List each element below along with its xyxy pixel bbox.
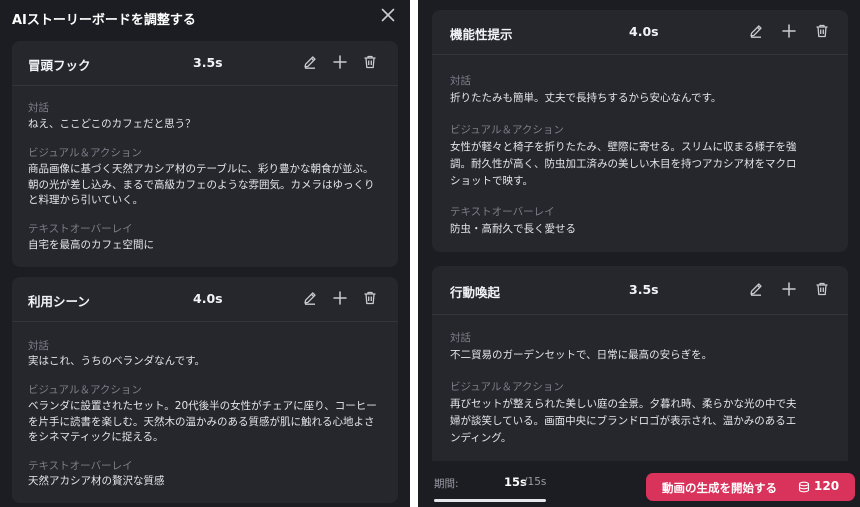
trash-icon[interactable] <box>362 54 378 70</box>
text-overlay-label: テキストオーバーレイ <box>450 206 555 218</box>
scene-header: 冒頭フック 3.5s <box>12 41 398 85</box>
visual-action-text: 再びセットが整えられた美しい庭の全景。夕暮れ時、柔らかな光の中で夫 婦が談笑して… <box>450 396 797 447</box>
dialog-header: AIストーリーボードを調整する <box>0 0 410 34</box>
visual-action-line: 商品画像に基づく天然アカシア材のテーブルに、彩り豊かな朝食が並ぶ。 <box>28 163 374 175</box>
start-generation-label: 動画の生成を開始する <box>662 481 777 495</box>
visual-action-label: ビジュアル＆アクション <box>28 147 142 159</box>
divider <box>12 85 398 86</box>
visual-action-label: ビジュアル＆アクション <box>450 124 564 136</box>
visual-action-line: ベランダに設置されたセット。20代後半の女性がチェアに座り、コーヒー <box>28 400 377 412</box>
scene-duration: 4.0s <box>193 291 223 306</box>
scene-title: 利用シーン <box>28 294 90 309</box>
period-label: 期間: <box>434 478 459 490</box>
scene-card: 利用シーン 4.0s 対話 実はこれ、うちのベランダなんです。 ビジュアル＆アク… <box>12 277 398 503</box>
start-generation-button[interactable]: 動画の生成を開始する 120 <box>646 473 855 501</box>
visual-action-line: ショットで映す。 <box>450 175 533 187</box>
visual-action-text: 女性が軽々と椅子を折りたたみ、壁際に寄せる。スリムに収まる様子を強 調。耐久性が… <box>450 139 797 190</box>
footer-bar: 期間: 15s /15s 動画の生成を開始する 120 <box>418 461 860 507</box>
text-overlay-text: 自宅を最高のカフェ空間に <box>28 239 154 251</box>
visual-action-label: ビジュアル＆アクション <box>450 381 564 393</box>
visual-action-line: 調。耐久性が高く、防虫加工済みの美しい木目を持つアカシア材をマクロ <box>450 158 797 170</box>
dialogue-text: 不二貿易のガーデンセットで、日常に最高の安らぎを。 <box>450 349 713 361</box>
visual-action-line: ンディング。 <box>450 432 512 444</box>
dialogue-label: 対話 <box>28 102 49 114</box>
scene-header: 行動喚起 3.5s <box>432 266 848 310</box>
storyboard-panel-right: 機能性提示 4.0s 対話 折りたたみも簡単。丈夫で長持ちするから安心なんです。… <box>418 0 860 507</box>
close-icon[interactable] <box>380 7 396 23</box>
credit-cost: 120 <box>814 479 840 493</box>
visual-action-line: を片手に読書を楽しむ。天然木の温かみのある質感が肌に触れる心地よさ <box>28 415 375 428</box>
visual-action-line: 朝の光が差し込み、まるで高級カフェのような雰囲気。カメラはゆっくり <box>28 178 375 191</box>
visual-action-line: 女性が軽々と椅子を折りたたみ、壁際に寄せる。スリムに収まる様子を強 <box>450 141 797 153</box>
trash-icon[interactable] <box>362 290 378 306</box>
edit-icon[interactable] <box>748 281 764 297</box>
visual-action-line: をシネマティックに捉える。 <box>28 431 164 443</box>
text-overlay-label: テキストオーバーレイ <box>28 460 133 472</box>
total-duration: /15s <box>524 476 547 488</box>
add-icon[interactable] <box>332 54 348 70</box>
dialogue-label: 対話 <box>450 332 471 344</box>
divider <box>432 54 848 55</box>
visual-action-line: 婦が談笑している。画面中央にブランドロゴが表示され、温かみのあるエ <box>450 415 797 427</box>
text-overlay-text: 防虫・高耐久で長く愛せる <box>450 223 576 235</box>
visual-action-label: ビジュアル＆アクション <box>28 384 142 396</box>
storyboard-panel-left: AIストーリーボードを調整する 冒頭フック 3.5s 対話 ねえ、ここどこのカフ… <box>0 0 410 507</box>
visual-action-text: 商品画像に基づく天然アカシア材のテーブルに、彩り豊かな朝食が並ぶ。 朝の光が差し… <box>28 162 375 209</box>
scene-duration: 3.5s <box>629 282 659 297</box>
dialogue-label: 対話 <box>450 75 471 87</box>
text-overlay-text: 天然アカシア材の贅沢な質感 <box>28 475 165 487</box>
scene-duration: 3.5s <box>193 55 223 70</box>
scene-title: 行動喚起 <box>450 285 501 300</box>
coin-stack-icon <box>798 481 810 493</box>
add-icon[interactable] <box>781 281 797 297</box>
dialog-title: AIストーリーボードを調整する <box>12 13 196 28</box>
scene-header: 機能性提示 4.0s <box>432 10 848 54</box>
dialogue-text: ねえ、ここどこのカフェだと思う？ <box>28 118 196 130</box>
trash-icon[interactable] <box>814 281 830 297</box>
edit-icon[interactable] <box>302 290 318 306</box>
duration-progress-bar <box>434 499 546 502</box>
dialogue-label: 対話 <box>28 340 49 352</box>
edit-icon[interactable] <box>302 54 318 70</box>
edit-icon[interactable] <box>748 23 764 39</box>
add-icon[interactable] <box>781 23 797 39</box>
text-overlay-label: テキストオーバーレイ <box>28 223 133 235</box>
trash-icon[interactable] <box>814 23 830 39</box>
scene-card: 冒頭フック 3.5s 対話 ねえ、ここどこのカフェだと思う？ ビジュアル＆アクシ… <box>12 41 398 267</box>
scene-card: 機能性提示 4.0s 対話 折りたたみも簡単。丈夫で長持ちするから安心なんです。… <box>432 10 848 252</box>
scene-card: 行動喚起 3.5s 対話 不二貿易のガーデンセットで、日常に最高の安らぎを。 ビ… <box>432 266 848 466</box>
scene-duration: 4.0s <box>629 24 659 39</box>
dialogue-text: 実はこれ、うちのベランダなんです。 <box>28 355 206 367</box>
divider <box>432 314 848 315</box>
add-icon[interactable] <box>332 290 348 306</box>
scene-title: 冒頭フック <box>28 58 91 73</box>
visual-action-line: と料理から引いていく。 <box>28 194 144 206</box>
scene-title: 機能性提示 <box>450 27 513 42</box>
visual-action-line: 再びセットが整えられた美しい庭の全景。夕暮れ時、柔らかな光の中で夫 <box>450 398 797 410</box>
visual-action-text: ベランダに設置されたセット。20代後半の女性がチェアに座り、コーヒー を片手に読… <box>28 399 377 446</box>
divider <box>12 321 398 322</box>
scene-header: 利用シーン 4.0s <box>12 277 398 321</box>
dialogue-text: 折りたたみも簡単。丈夫で長持ちするから安心なんです。 <box>450 92 722 104</box>
